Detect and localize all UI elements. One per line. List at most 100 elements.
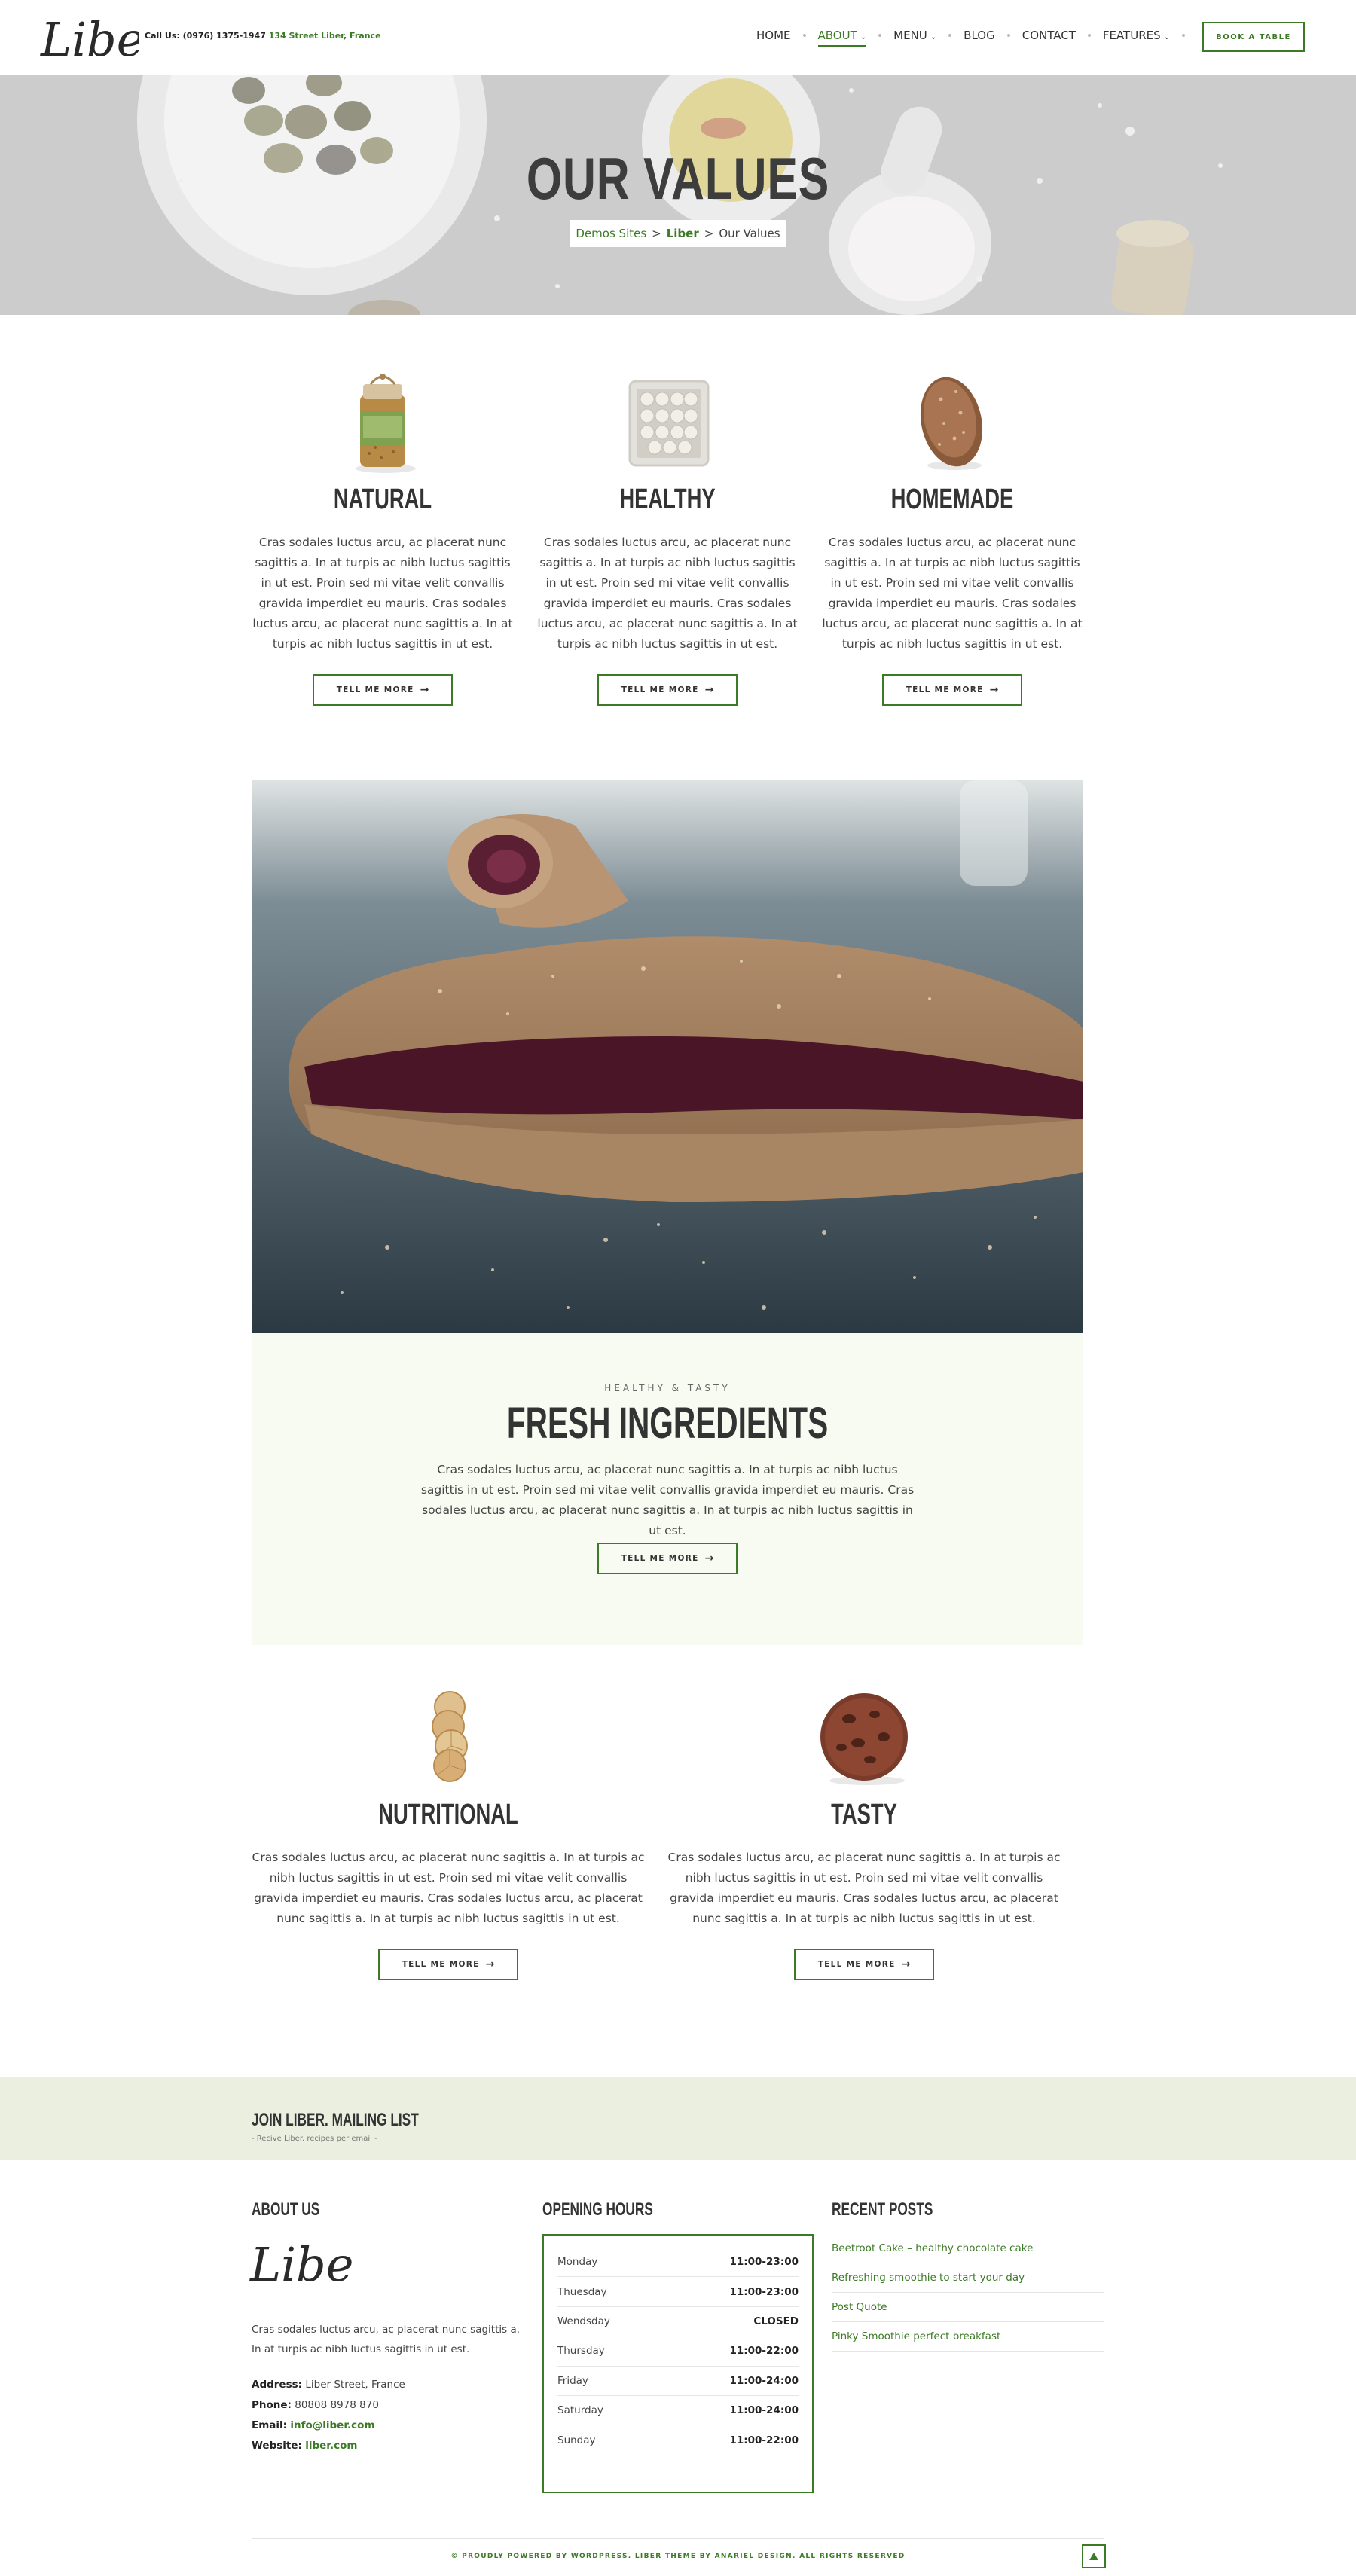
value-text: Cras sodales luctus arcu, ac placerat nu… — [667, 1851, 1061, 1925]
button-label: TELL ME MORE — [817, 1960, 896, 1969]
button-label: TELL ME MORE — [906, 685, 984, 694]
book-table-button[interactable]: BOOK A TABLE — [1202, 22, 1305, 52]
breadcrumb-current: Our Values — [719, 227, 780, 240]
footer-about-text: Cras sodales luctus arcu, ac placerat nu… — [252, 2324, 521, 2355]
value-title: HEALTHY — [619, 484, 716, 515]
footer-phone: Phone: 80808 8978 870 — [252, 2399, 379, 2411]
arrow-right-icon: → — [704, 1552, 714, 1564]
footer-about-heading: ABOUT US — [252, 2199, 320, 2220]
value-text: Cras sodales luctus arcu, ac placerat nu… — [537, 536, 798, 651]
hours-time: 11:00-22:00 — [729, 2434, 799, 2447]
tell-me-more-button[interactable]: TELL ME MORE → — [597, 674, 738, 706]
copyright-text: © PROUDLY POWERED BY WORDPRESS. LIBER TH… — [450, 2553, 906, 2560]
arrow-right-icon: → — [989, 684, 999, 696]
bread-icon — [820, 369, 1084, 475]
hours-day: Monday — [557, 2256, 598, 2269]
tell-me-more-button[interactable]: TELL ME MORE → — [378, 1949, 518, 1980]
logo-text: Liber. — [40, 12, 139, 67]
page-hero: OUR VALUES Demos Sites > Liber > Our Val… — [0, 75, 1356, 315]
hours-day: Thursday — [557, 2345, 605, 2358]
arrow-right-icon: → — [704, 684, 714, 696]
value-tasty: TASTY Cras sodales luctus arcu, ac place… — [666, 1684, 1062, 1980]
website-link[interactable]: liber.com — [305, 2440, 357, 2452]
crepe-photo — [252, 780, 1083, 1333]
nav-separator — [802, 34, 806, 37]
hours-time: 11:00-24:00 — [729, 2404, 799, 2417]
button-label: TELL ME MORE — [621, 1554, 699, 1563]
address-label: Address: — [252, 2379, 303, 2391]
mailing-title: JOIN LIBER. MAILING LIST — [252, 2110, 419, 2130]
hours-row: Wendsday CLOSED — [557, 2307, 799, 2337]
breadcrumb-liber[interactable]: Liber — [667, 227, 699, 240]
email-link[interactable]: info@liber.com — [290, 2419, 374, 2431]
recent-post-link[interactable]: Pinky Smoothie perfect breakfast — [832, 2322, 1104, 2352]
recent-post-link[interactable]: Beetroot Cake – healthy chocolate cake — [832, 2234, 1104, 2263]
value-homemade: HOMEMADE Cras sodales luctus arcu, ac pl… — [820, 369, 1084, 706]
breadcrumb-demos-sites[interactable]: Demos Sites — [576, 227, 646, 240]
hours-row: Sunday 11:00-22:00 — [557, 2425, 799, 2455]
tell-me-more-button[interactable]: TELL ME MORE → — [313, 674, 453, 706]
hours-day: Friday — [557, 2374, 588, 2387]
page-title: OUR VALUES — [526, 145, 830, 212]
dried-citrus-icon — [250, 1684, 646, 1790]
nav-features-label: FEATURES — [1102, 29, 1161, 42]
value-title: NATURAL — [333, 484, 432, 515]
tell-me-more-button[interactable]: TELL ME MORE → — [597, 1543, 738, 1574]
tray-icon — [536, 369, 799, 475]
tell-me-more-button[interactable]: TELL ME MORE → — [882, 674, 1022, 706]
header-contact: Call Us: (0976) 1375-1947 134 Street Lib… — [145, 31, 381, 41]
footer-logo-text: Liber. — [249, 2237, 354, 2292]
fresh-ingredients-section: HEALTHY & TASTY FRESH INGREDIENTS Cras s… — [252, 1333, 1083, 1645]
arrow-right-icon: → — [420, 684, 429, 696]
hours-row: Saturday 11:00-24:00 — [557, 2396, 799, 2426]
footer-email: Email: info@liber.com — [252, 2419, 375, 2431]
nav-menu[interactable]: MENU ⌄ — [890, 29, 939, 42]
value-text: Cras sodales luctus arcu, ac placerat nu… — [822, 536, 1083, 651]
website-label: Website: — [252, 2440, 302, 2452]
hours-day: Wendsday — [557, 2315, 610, 2327]
nav-menu-label: MENU — [893, 29, 927, 42]
footer-hours-heading: OPENING HOURS — [542, 2199, 653, 2220]
footer-website: Website: liber.com — [252, 2440, 357, 2452]
breadcrumb-separator: > — [704, 227, 714, 240]
arrow-right-icon: → — [901, 1958, 911, 1970]
main-nav: HOME ABOUT ⌄ MENU ⌄ BLOG CONTACT FEATURES ⌄ — [753, 26, 1194, 47]
recent-post-link[interactable]: Post Quote — [832, 2293, 1104, 2322]
value-nutritional: NUTRITIONAL Cras sodales luctus arcu, ac… — [250, 1684, 646, 1980]
footer-logo[interactable]: Liber. — [249, 2228, 354, 2297]
address-value: Liber Street, France — [305, 2379, 405, 2391]
hours-row: Thuesday 11:00-23:00 — [557, 2277, 799, 2307]
chevron-down-icon: ⌄ — [1163, 33, 1171, 41]
hours-row: Friday 11:00-24:00 — [557, 2367, 799, 2396]
logo[interactable]: Liber. — [39, 6, 139, 69]
nav-separator — [1087, 34, 1091, 37]
breadcrumb-separator: > — [652, 227, 661, 240]
button-label: TELL ME MORE — [621, 685, 699, 694]
hours-time: CLOSED — [753, 2315, 799, 2327]
nav-features[interactable]: FEATURES ⌄ — [1100, 29, 1173, 42]
section-kicker: HEALTHY & TASTY — [604, 1383, 731, 1393]
section-title: FRESH INGREDIENTS — [506, 1399, 829, 1448]
nav-home[interactable]: HOME — [753, 29, 794, 42]
button-label: TELL ME MORE — [402, 1960, 480, 1969]
nav-blog-label: BLOG — [964, 29, 995, 42]
nav-blog[interactable]: BLOG — [960, 29, 998, 42]
chevron-down-icon: ⌄ — [860, 33, 867, 41]
recent-post-link[interactable]: Refreshing smoothie to start your day — [832, 2263, 1104, 2293]
hours-row: Monday 11:00-23:00 — [557, 2248, 799, 2278]
nav-contact-label: CONTACT — [1022, 29, 1076, 42]
nav-contact[interactable]: CONTACT — [1019, 29, 1079, 42]
nav-about[interactable]: ABOUT ⌄ — [815, 29, 870, 47]
hours-day: Thuesday — [557, 2285, 607, 2298]
value-healthy: HEALTHY Cras sodales luctus arcu, ac pla… — [536, 369, 799, 706]
value-title: NUTRITIONAL — [378, 1799, 518, 1830]
site-header: Liber. Call Us: (0976) 1375-1947 134 Str… — [0, 0, 1356, 75]
breadcrumb: Demos Sites > Liber > Our Values — [570, 220, 786, 247]
tell-me-more-button[interactable]: TELL ME MORE → — [794, 1949, 934, 1980]
nav-separator — [1006, 34, 1010, 37]
header-phone: Call Us: (0976) 1375-1947 — [145, 31, 266, 41]
value-text: Cras sodales luctus arcu, ac placerat nu… — [252, 536, 513, 651]
jar-icon — [251, 369, 515, 475]
back-to-top-button[interactable] — [1082, 2544, 1106, 2568]
hours-row: Thursday 11:00-22:00 — [557, 2336, 799, 2367]
